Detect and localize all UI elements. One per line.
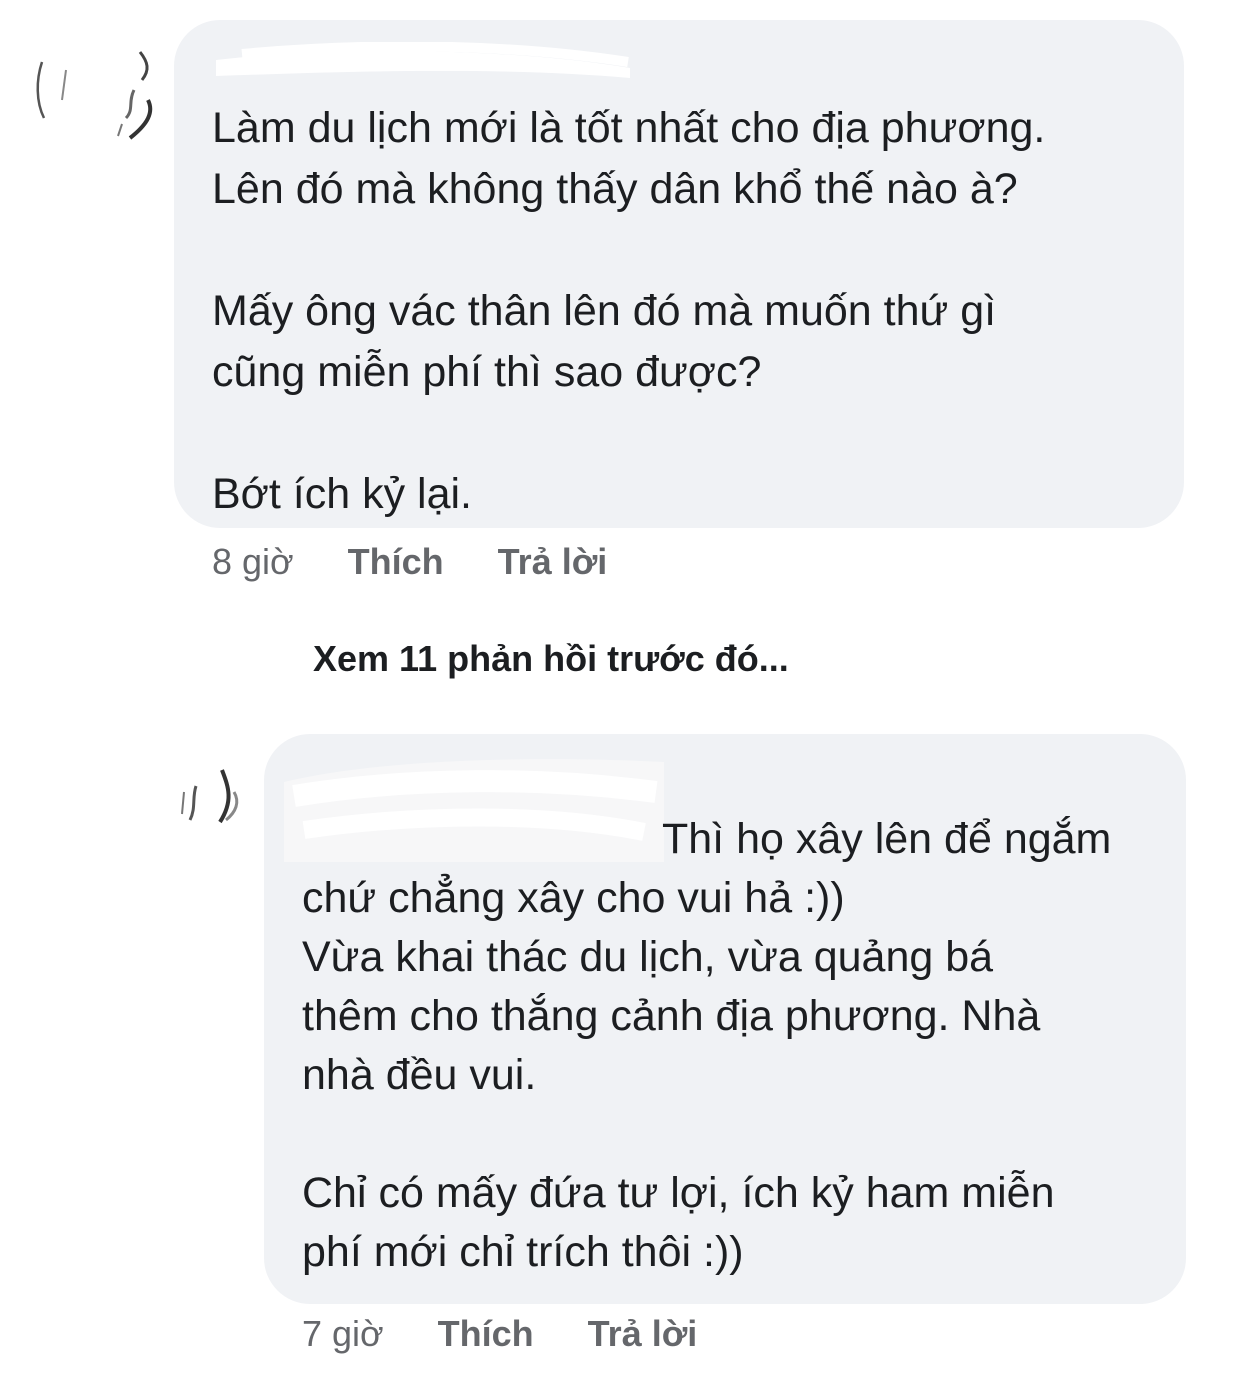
comment-text: Làm du lịch mới là tốt nhất cho địa phươ… (212, 98, 1172, 525)
comment-line: Chỉ có mấy đứa tư lợi, ích kỷ ham miễn (302, 1169, 1055, 1217)
avatar[interactable] (172, 752, 272, 842)
like-button[interactable]: Thích (438, 1313, 534, 1355)
redaction-scribble (216, 41, 630, 78)
like-button[interactable]: Thích (348, 541, 444, 583)
comment-line: Làm du lịch mới là tốt nhất cho địa phươ… (212, 104, 1046, 152)
reply-button[interactable]: Trả lời (588, 1313, 698, 1355)
comment-line: phí mới chỉ trích thôi :)) (302, 1228, 744, 1276)
comment-line: Lên đó mà không thấy dân khổ thế nào à? (212, 165, 1018, 213)
comment-line: thêm cho thắng cảnh địa phương. Nhà (302, 992, 1041, 1040)
comment-line: cũng miễn phí thì sao được? (212, 348, 762, 396)
comment-line: Bớt ích kỷ lại. (212, 470, 472, 518)
reply-button[interactable]: Trả lời (498, 541, 608, 583)
avatar-partial-icon (181, 769, 239, 824)
comment-line: Mấy ông vác thân lên đó mà muốn thứ gì (212, 287, 997, 335)
author-name-redacted[interactable] (212, 41, 632, 82)
comment-actions: 8 giờ Thích Trả lời (212, 538, 661, 586)
comment-actions: 7 giờ Thích Trả lời (302, 1310, 751, 1358)
comment-line: Thì họ xây lên để ngắm (302, 810, 1172, 869)
avatar[interactable] (30, 40, 160, 150)
avatar-partial-icon (36, 51, 153, 140)
mentioned-user-redacted[interactable] (302, 822, 662, 862)
comment-timestamp[interactable]: 7 giờ (302, 1313, 384, 1355)
comment-bubble: Làm du lịch mới là tốt nhất cho địa phươ… (174, 20, 1184, 528)
comment-line: chứ chẳng xây cho vui hả :)) (302, 874, 845, 922)
view-previous-replies-link[interactable]: Xem 11 phản hồi trước đó... (313, 638, 789, 680)
first-line-text: Thì họ xây lên để ngắm (662, 815, 1112, 863)
comment-thread: Làm du lịch mới là tốt nhất cho địa phươ… (0, 0, 1242, 1396)
reply-bubble: Thì họ xây lên để ngắm chứ chẳng xây cho… (264, 734, 1186, 1304)
comment-line: nhà đều vui. (302, 1051, 537, 1099)
comment-line: Vừa khai thác du lịch, vừa quảng bá (302, 933, 994, 981)
reply-text: Thì họ xây lên để ngắm chứ chẳng xây cho… (302, 810, 1172, 1282)
comment-timestamp[interactable]: 8 giờ (212, 541, 294, 583)
